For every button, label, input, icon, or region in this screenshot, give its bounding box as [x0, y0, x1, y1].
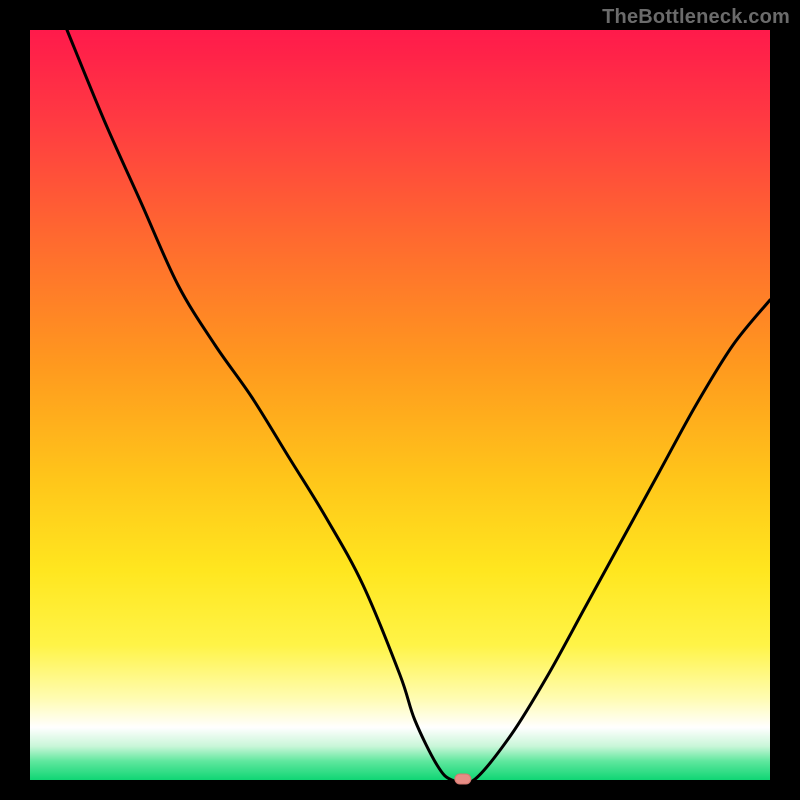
- plot-background: [30, 30, 770, 780]
- chart-container: TheBottleneck.com: [0, 0, 800, 800]
- watermark-label: TheBottleneck.com: [602, 6, 790, 29]
- optimum-marker: [455, 774, 471, 784]
- bottleneck-chart: [0, 0, 800, 800]
